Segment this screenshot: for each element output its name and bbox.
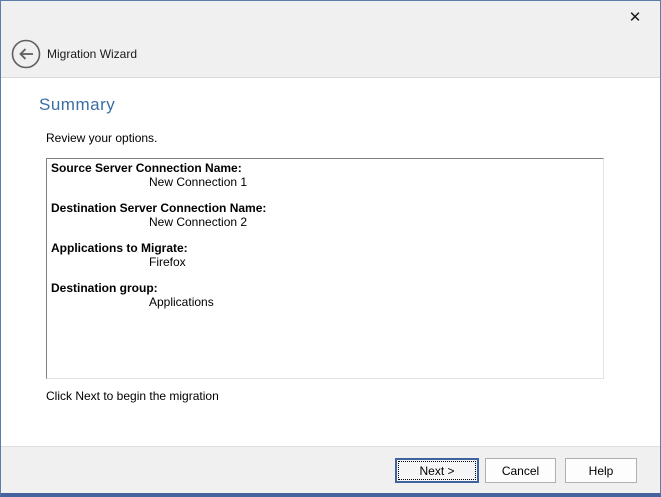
page-heading: Summary [39,95,115,115]
summary-item-value: Applications [51,295,599,309]
summary-item-label: Source Server Connection Name: [51,161,599,175]
summary-item-value: New Connection 2 [51,215,599,229]
title-bar: ✕ [1,1,660,31]
summary-item-label: Destination group: [51,281,599,295]
summary-box: Source Server Connection Name: New Conne… [46,158,604,379]
cancel-button[interactable]: Cancel [485,458,556,483]
summary-item-value: New Connection 1 [51,175,599,189]
summary-item-applications: Applications to Migrate: Firefox [51,241,599,269]
summary-item-label: Destination Server Connection Name: [51,201,599,215]
instruction-text: Review your options. [46,131,157,145]
content-area: Summary Review your options. Source Serv… [1,78,660,448]
button-bar: Next > Cancel Help [1,446,660,493]
close-icon: ✕ [629,8,642,26]
back-icon [11,57,41,72]
summary-item-destination-group: Destination group: Applications [51,281,599,309]
footer-note: Click Next to begin the migration [46,389,219,403]
next-button[interactable]: Next > [395,458,479,483]
summary-item-value: Firefox [51,255,599,269]
migration-wizard-window: ✕ Migration Wizard Summary Review your o… [0,0,661,497]
help-button[interactable]: Help [565,458,637,483]
close-button[interactable]: ✕ [622,6,648,28]
wizard-header: Migration Wizard [1,31,660,78]
summary-item-source-connection: Source Server Connection Name: New Conne… [51,161,599,189]
summary-item-destination-connection: Destination Server Connection Name: New … [51,201,599,229]
summary-item-label: Applications to Migrate: [51,241,599,255]
wizard-title: Migration Wizard [47,31,137,77]
back-button[interactable] [11,39,41,69]
